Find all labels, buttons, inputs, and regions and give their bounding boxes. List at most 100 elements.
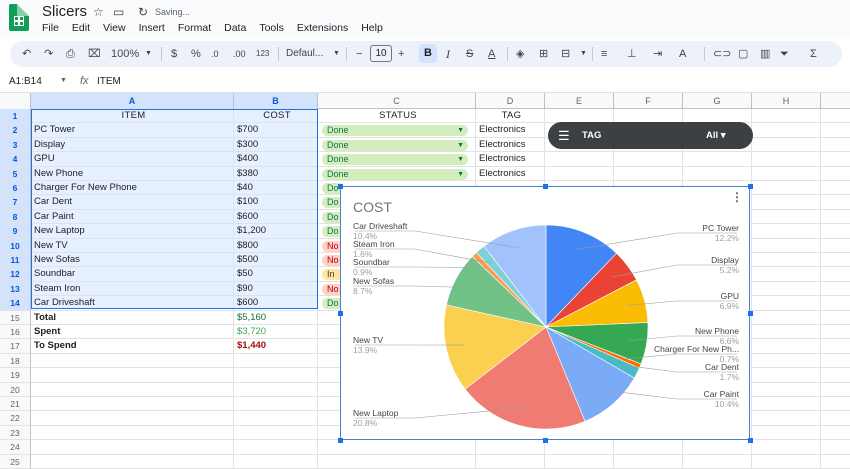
select-all-corner[interactable]	[0, 93, 31, 109]
column-header-d[interactable]: D	[476, 93, 545, 109]
vertical-align-icon[interactable]: ⊥	[627, 46, 637, 62]
summary-value[interactable]: $3,720	[234, 325, 318, 339]
resize-handle[interactable]	[338, 311, 343, 316]
decrease-decimal-button[interactable]: .0	[211, 46, 219, 62]
resize-handle[interactable]	[543, 438, 548, 443]
name-box-chevron-icon[interactable]: ▼	[60, 77, 67, 84]
zoom-select[interactable]: 100%	[111, 46, 139, 62]
row-header-25[interactable]: 25	[0, 455, 31, 469]
undo-icon[interactable]: ↶	[22, 46, 31, 62]
name-box[interactable]: A1:B14	[9, 76, 42, 87]
status-chip[interactable]: Done▼	[322, 125, 468, 136]
item-cell[interactable]: Charger For New Phone	[31, 181, 234, 195]
slicer-widget[interactable]: ☰ TAG All ▾	[548, 122, 753, 149]
cost-cell[interactable]: $500	[234, 253, 318, 267]
row-header-19[interactable]: 19	[0, 368, 31, 382]
resize-handle[interactable]	[338, 438, 343, 443]
borders-icon[interactable]: ⊞	[539, 46, 548, 62]
column-header-e[interactable]: E	[545, 93, 614, 109]
menu-help[interactable]: Help	[361, 22, 383, 36]
row-header-6[interactable]: 6	[0, 181, 31, 195]
row-header-21[interactable]: 21	[0, 397, 31, 411]
resize-handle[interactable]	[543, 184, 548, 189]
row-header-13[interactable]: 13	[0, 282, 31, 296]
print-icon[interactable]: ⎙	[66, 46, 75, 62]
tag-cell[interactable]: Electronics	[476, 123, 545, 137]
summary-value[interactable]: $1,440	[234, 339, 318, 353]
row-header-2[interactable]: 2	[0, 123, 31, 137]
cost-cell[interactable]: $100	[234, 195, 318, 209]
slicer-value-dropdown[interactable]: All ▾	[706, 130, 726, 141]
column-header-f[interactable]: F	[614, 93, 683, 109]
item-cell[interactable]: Soundbar	[31, 267, 234, 281]
italic-button[interactable]: I	[446, 46, 450, 62]
item-cell[interactable]: Display	[31, 138, 234, 152]
menu-extensions[interactable]: Extensions	[297, 22, 348, 36]
item-cell[interactable]: Steam Iron	[31, 282, 234, 296]
fill-color-icon[interactable]: ◈	[516, 46, 524, 62]
tag-cell[interactable]: Electronics	[476, 167, 545, 181]
column-header-a[interactable]: A	[31, 93, 234, 109]
item-cell[interactable]: PC Tower	[31, 123, 234, 137]
font-select[interactable]: Defaul...	[286, 46, 323, 62]
row-header-17[interactable]: 17	[0, 339, 31, 353]
resize-handle[interactable]	[338, 184, 343, 189]
cost-cell[interactable]: $600	[234, 210, 318, 224]
item-cell[interactable]: Car Paint	[31, 210, 234, 224]
resize-handle[interactable]	[748, 311, 753, 316]
menu-format[interactable]: Format	[178, 22, 211, 36]
menu-view[interactable]: View	[103, 22, 126, 36]
status-chip[interactable]: Done▼	[322, 154, 468, 165]
cost-cell[interactable]: $700	[234, 123, 318, 137]
insert-link-icon[interactable]: ⊂⊃	[713, 46, 731, 62]
item-cell[interactable]: Car Dent	[31, 195, 234, 209]
increase-decimal-button[interactable]: .00	[233, 46, 246, 62]
header-status[interactable]: STATUS	[318, 109, 476, 123]
row-header-22[interactable]: 22	[0, 411, 31, 425]
cost-cell[interactable]: $50	[234, 267, 318, 281]
paint-format-icon[interactable]: ⌧	[88, 46, 101, 62]
document-title[interactable]: Slicers	[42, 3, 87, 20]
cost-cell[interactable]: $400	[234, 152, 318, 166]
item-cell[interactable]: New Laptop	[31, 224, 234, 238]
merge-cells-icon[interactable]: ⊟	[561, 46, 570, 62]
merge-chevron-icon[interactable]: ▼	[580, 46, 587, 62]
cost-cell[interactable]: $90	[234, 282, 318, 296]
insert-chart-icon[interactable]: ▥	[760, 46, 770, 62]
row-header-5[interactable]: 5	[0, 167, 31, 181]
bold-button[interactable]: B	[419, 44, 437, 63]
filter-icon[interactable]: ⏷	[780, 46, 789, 62]
move-folder-icon[interactable]: ▭	[113, 5, 124, 19]
summary-label[interactable]: Spent	[31, 325, 234, 339]
header-item[interactable]: ITEM	[31, 109, 234, 123]
horizontal-align-icon[interactable]: ≡	[601, 46, 607, 62]
item-cell[interactable]: Car Driveshaft	[31, 296, 234, 310]
status-chip[interactable]: Done▼	[322, 169, 468, 180]
row-header-16[interactable]: 16	[0, 325, 31, 339]
percent-button[interactable]: %	[191, 46, 201, 62]
menu-tools[interactable]: Tools	[259, 22, 284, 36]
row-header-3[interactable]: 3	[0, 138, 31, 152]
column-header-c[interactable]: C	[318, 93, 476, 109]
zoom-chevron-icon[interactable]: ▼	[145, 46, 152, 62]
summary-label[interactable]: Total	[31, 311, 234, 325]
cost-cell[interactable]: $40	[234, 181, 318, 195]
text-wrap-icon[interactable]: ⇥	[653, 46, 662, 62]
row-header-15[interactable]: 15	[0, 311, 31, 325]
menu-edit[interactable]: Edit	[72, 22, 90, 36]
item-cell[interactable]: New TV	[31, 239, 234, 253]
status-chip[interactable]: Done▼	[322, 140, 468, 151]
menu-data[interactable]: Data	[224, 22, 246, 36]
cost-cell[interactable]: $800	[234, 239, 318, 253]
item-cell[interactable]: New Phone	[31, 167, 234, 181]
summary-label[interactable]: To Spend	[31, 339, 234, 353]
row-header-24[interactable]: 24	[0, 440, 31, 454]
item-cell[interactable]: GPU	[31, 152, 234, 166]
item-cell[interactable]: New Sofas	[31, 253, 234, 267]
column-header-h[interactable]: H	[752, 93, 821, 109]
cost-cell[interactable]: $300	[234, 138, 318, 152]
font-size-input[interactable]: 10	[370, 45, 392, 62]
strikethrough-icon[interactable]: S	[466, 46, 473, 62]
row-header-4[interactable]: 4	[0, 152, 31, 166]
row-header-1[interactable]: 1	[0, 109, 31, 123]
